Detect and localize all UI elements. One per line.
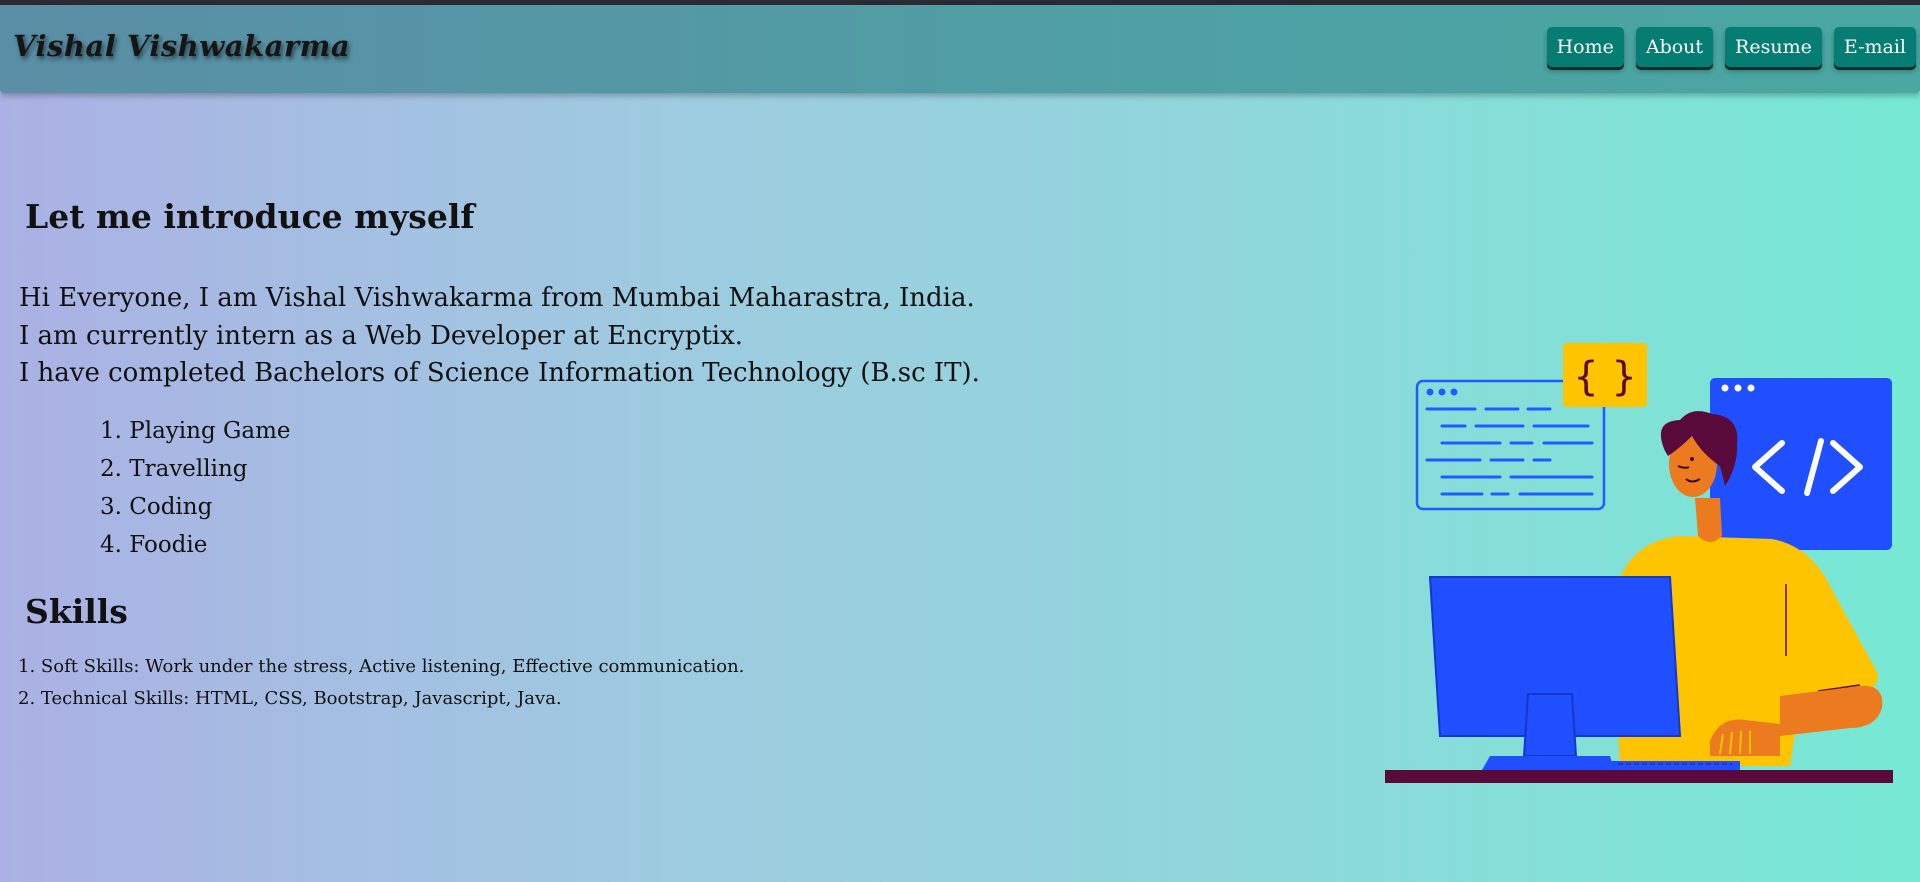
- nav-about-button[interactable]: About: [1635, 27, 1714, 67]
- nav-email-button[interactable]: E-mail: [1833, 27, 1916, 67]
- code-tag-window-icon: [1710, 378, 1892, 550]
- brand-title[interactable]: Vishal Vishwakarma: [13, 29, 350, 63]
- intro-paragraph: Hi Everyone, I am Vishal Vishwakarma fro…: [19, 280, 980, 393]
- curly-braces-icon: { }: [1563, 343, 1647, 407]
- hobbies-list: 1. Playing Game 2. Travelling 3. Coding …: [60, 412, 291, 564]
- skill-item: 2. Technical Skills: HTML, CSS, Bootstra…: [18, 688, 562, 709]
- intro-heading: Let me introduce myself: [25, 197, 475, 236]
- hobby-item: 2. Travelling: [100, 456, 248, 482]
- keyboard-icon: [1610, 761, 1740, 771]
- developer-illustration: { }: [1385, 343, 1893, 783]
- intro-line: Hi Everyone, I am Vishal Vishwakarma fro…: [19, 283, 975, 313]
- nav-home-button[interactable]: Home: [1546, 27, 1624, 67]
- skills-list: 1. Soft Skills: Work under the stress, A…: [18, 651, 744, 715]
- intro-line: I am currently intern as a Web Developer…: [19, 320, 744, 351]
- svg-text:{ }: { }: [1573, 354, 1637, 400]
- skill-item: 1. Soft Skills: Work under the stress, A…: [18, 656, 745, 677]
- skills-heading: Skills: [25, 592, 128, 631]
- desk-icon: [1385, 770, 1893, 783]
- nav-resume-button[interactable]: Resume: [1725, 27, 1822, 67]
- navbar: Vishal Vishwakarma Home About Resume E-m…: [0, 5, 1920, 93]
- nav-links: Home About Resume E-mail: [1546, 27, 1916, 67]
- hobby-item: 4. Foodie: [100, 532, 208, 558]
- hobby-item: 1. Playing Game: [100, 418, 291, 444]
- hobby-item: 3. Coding: [100, 494, 213, 520]
- intro-line: I have completed Bachelors of Science In…: [19, 358, 980, 388]
